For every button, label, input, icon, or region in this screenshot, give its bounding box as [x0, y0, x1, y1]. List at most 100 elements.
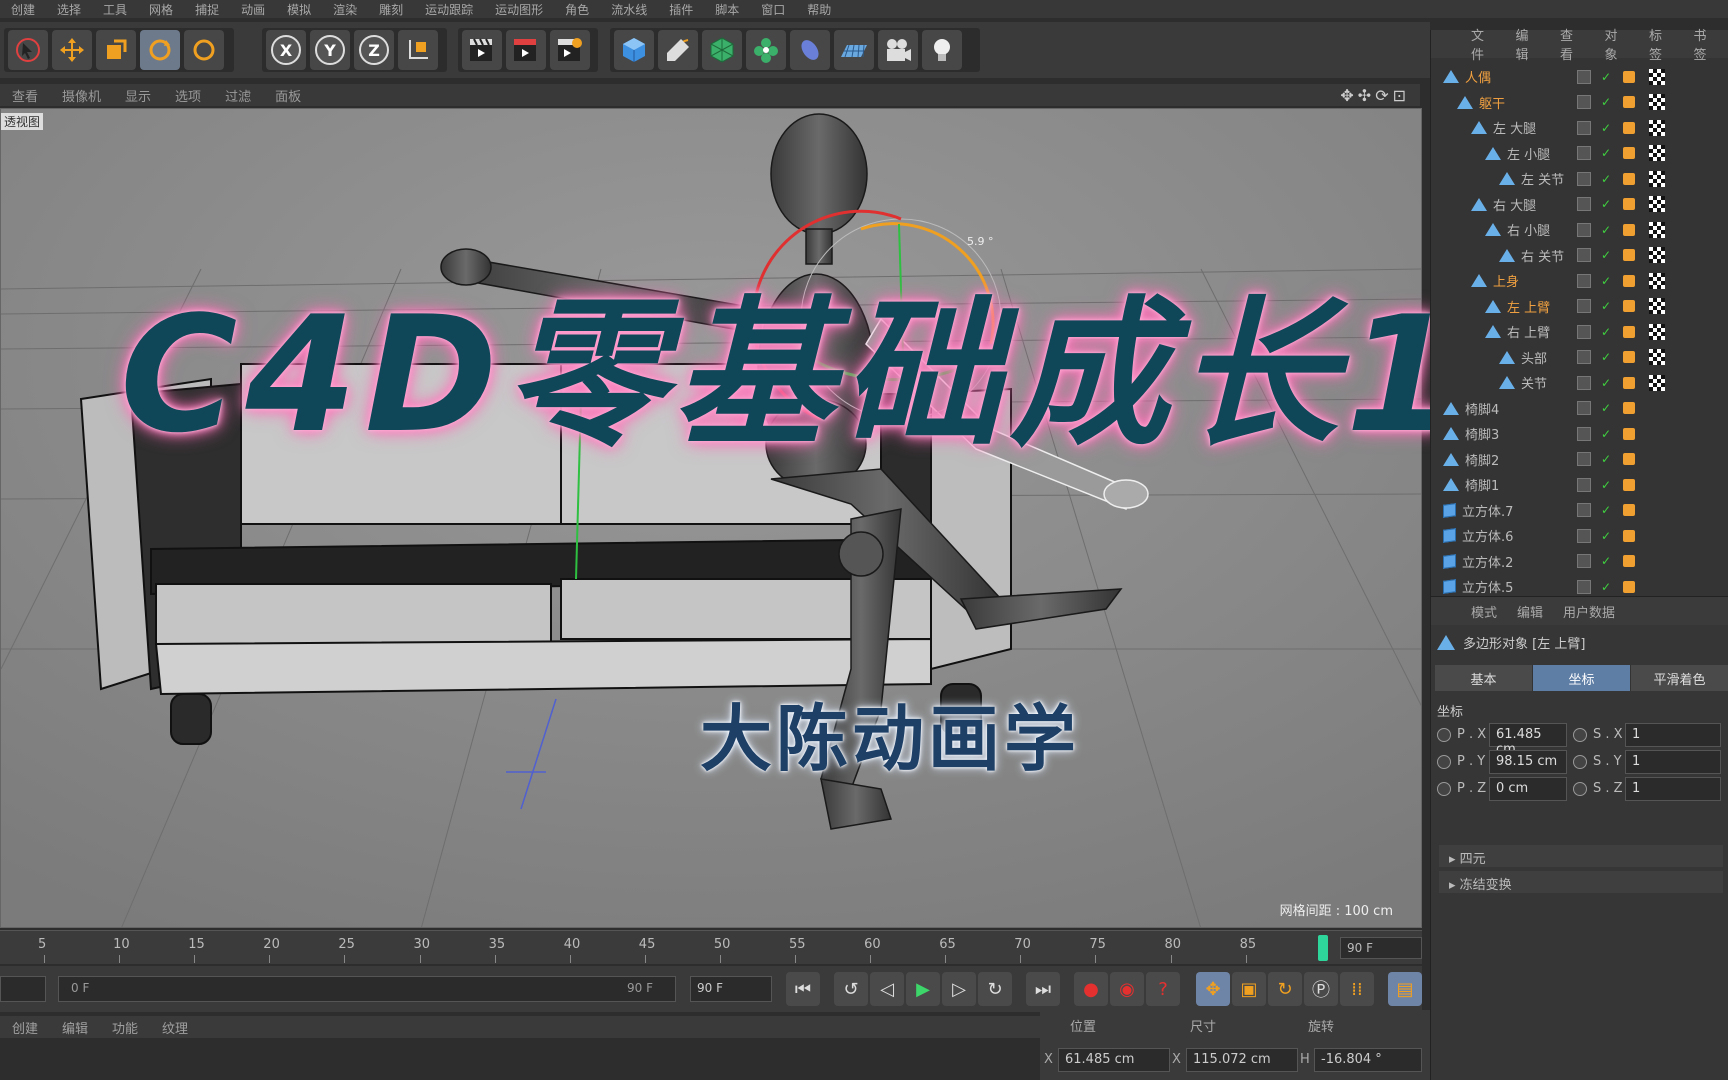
z-axis-button[interactable]: Z — [354, 30, 394, 70]
timeline-cursor[interactable] — [1318, 935, 1328, 961]
visibility-toggle-icon[interactable] — [1577, 248, 1591, 262]
key-position-icon[interactable]: ✥ — [1196, 972, 1230, 1006]
menu-item-15[interactable]: 窗口 — [750, 1, 796, 18]
material-menu-item-1[interactable]: 编辑 — [50, 1018, 100, 1037]
coordinate-system-icon[interactable] — [398, 30, 438, 70]
select-tool-icon[interactable] — [8, 30, 48, 70]
object-tag-icon[interactable] — [1623, 376, 1635, 389]
floor-icon[interactable] — [834, 30, 874, 70]
material-tag-icon[interactable] — [1649, 349, 1665, 365]
enabled-check-icon[interactable]: ✓ — [1601, 529, 1611, 543]
enabled-check-icon[interactable]: ✓ — [1601, 248, 1611, 262]
object-row[interactable]: 左 上臂 ✓ — [1431, 294, 1728, 319]
enabled-check-icon[interactable]: ✓ — [1601, 401, 1611, 415]
x-axis-button[interactable]: X — [266, 30, 306, 70]
enabled-check-icon[interactable]: ✓ — [1601, 452, 1611, 466]
object-row[interactable]: 右 上臂 ✓ — [1431, 319, 1728, 344]
object-row[interactable]: 椅脚4 ✓ — [1431, 396, 1728, 421]
object-menu-item-5[interactable]: 书签 — [1684, 25, 1728, 63]
visibility-toggle-icon[interactable] — [1577, 426, 1591, 441]
visibility-toggle-icon[interactable] — [1577, 146, 1591, 160]
autokey-icon[interactable]: ◉ — [1110, 972, 1144, 1006]
object-tag-icon[interactable] — [1623, 249, 1635, 261]
object-tag-icon[interactable] — [1623, 555, 1635, 567]
menu-item-7[interactable]: 渲染 — [322, 1, 368, 18]
object-menu-item-2[interactable]: 查看 — [1550, 25, 1595, 63]
recent-tool-icon[interactable] — [184, 30, 224, 70]
object-tag-icon[interactable] — [1623, 172, 1635, 185]
pen-spline-icon[interactable] — [658, 30, 698, 70]
position-field[interactable]: 98.15 cm — [1489, 750, 1567, 774]
render-view-icon[interactable] — [462, 30, 502, 70]
scale-tool-icon[interactable] — [96, 30, 136, 70]
object-tag-icon[interactable] — [1623, 351, 1635, 363]
object-tag-icon[interactable] — [1623, 427, 1635, 440]
material-tag-icon[interactable] — [1649, 374, 1665, 391]
material-tag-icon[interactable] — [1649, 298, 1665, 314]
viewport-menu-item-5[interactable]: 面板 — [263, 86, 313, 105]
object-row[interactable]: 椅脚2 ✓ — [1431, 447, 1728, 472]
material-tag-icon[interactable] — [1649, 68, 1665, 85]
attribute-menu-item-0[interactable]: 模式 — [1461, 602, 1507, 621]
object-row[interactable]: 右 大腿 ✓ — [1431, 192, 1728, 217]
material-menu-item-2[interactable]: 功能 — [100, 1018, 150, 1037]
enabled-check-icon[interactable]: ✓ — [1601, 580, 1611, 594]
visibility-toggle-icon[interactable] — [1577, 503, 1591, 517]
viewport-menu-item-3[interactable]: 选项 — [163, 86, 213, 105]
keyframe-radio[interactable] — [1437, 782, 1451, 796]
enabled-check-icon[interactable]: ✓ — [1601, 350, 1611, 364]
visibility-toggle-icon[interactable] — [1577, 452, 1591, 466]
object-tag-icon[interactable] — [1623, 147, 1635, 159]
viewport-menu-item-2[interactable]: 显示 — [113, 86, 163, 105]
key-rotation-icon[interactable]: ↻ — [1268, 972, 1302, 1006]
light-icon[interactable] — [922, 30, 962, 70]
enabled-check-icon[interactable]: ✓ — [1601, 70, 1611, 84]
visibility-toggle-icon[interactable] — [1577, 120, 1591, 135]
visibility-toggle-icon[interactable] — [1577, 222, 1591, 237]
rotate-tool-icon[interactable] — [140, 30, 180, 70]
move-tool-icon[interactable] — [52, 30, 92, 70]
object-row[interactable]: 右 关节 ✓ — [1431, 243, 1728, 268]
object-tag-icon[interactable] — [1623, 274, 1635, 287]
visibility-toggle-icon[interactable] — [1577, 69, 1591, 84]
object-tag-icon[interactable] — [1623, 504, 1635, 516]
enabled-check-icon[interactable]: ✓ — [1601, 121, 1611, 135]
object-row[interactable]: 右 小腿 ✓ — [1431, 217, 1728, 242]
position-field[interactable]: 0 cm — [1489, 777, 1567, 801]
object-row[interactable]: 立方体.6 ✓ — [1431, 523, 1728, 548]
enabled-check-icon[interactable]: ✓ — [1601, 146, 1611, 160]
menu-item-11[interactable]: 角色 — [554, 1, 600, 18]
keyframe-radio[interactable] — [1573, 728, 1587, 742]
object-tag-icon[interactable] — [1623, 198, 1635, 210]
scale-field[interactable]: 1 — [1625, 723, 1721, 747]
keyframe-radio[interactable] — [1573, 782, 1587, 796]
attribute-menu-item-1[interactable]: 编辑 — [1507, 602, 1553, 621]
viewport-3d[interactable]: 透视图 5.9 ° 网格间距 : 100 cm — [0, 108, 1422, 928]
object-tag-icon[interactable] — [1623, 300, 1635, 312]
menu-item-3[interactable]: 网格 — [138, 1, 184, 18]
rotation-h-field[interactable]: -16.804 ° — [1314, 1048, 1422, 1072]
cube-icon[interactable] — [614, 30, 654, 70]
play-icon[interactable]: ▶ — [906, 972, 940, 1006]
object-row[interactable]: 头部 ✓ — [1431, 345, 1728, 370]
enabled-check-icon[interactable]: ✓ — [1601, 299, 1611, 313]
next-key-icon[interactable]: ↻ — [978, 972, 1012, 1006]
key-point-level-icon[interactable]: ⁞⁞ — [1340, 972, 1374, 1006]
keyframe-selection-icon[interactable]: ? — [1146, 972, 1180, 1006]
object-menu-item-1[interactable]: 编辑 — [1506, 25, 1551, 63]
previous-key-icon[interactable]: ↺ — [834, 972, 868, 1006]
enabled-check-icon[interactable]: ✓ — [1601, 274, 1611, 288]
object-tag-icon[interactable] — [1623, 223, 1635, 236]
viewport-menu-item-0[interactable]: 查看 — [0, 86, 50, 105]
attribute-tab-2[interactable]: 平滑着色 — [1631, 665, 1728, 691]
menu-item-9[interactable]: 运动跟踪 — [414, 1, 484, 18]
deformer-icon[interactable] — [790, 30, 830, 70]
enabled-check-icon[interactable]: ✓ — [1601, 478, 1611, 492]
material-tag-icon[interactable] — [1649, 94, 1665, 110]
timeline-end-frame[interactable]: 90 F — [1340, 937, 1422, 959]
object-row[interactable]: 立方体.2 ✓ — [1431, 549, 1728, 574]
material-menu-item-0[interactable]: 创建 — [0, 1018, 50, 1037]
visibility-toggle-icon[interactable] — [1577, 401, 1591, 415]
cloner-icon[interactable] — [746, 30, 786, 70]
menu-item-0[interactable]: 创建 — [0, 1, 46, 18]
